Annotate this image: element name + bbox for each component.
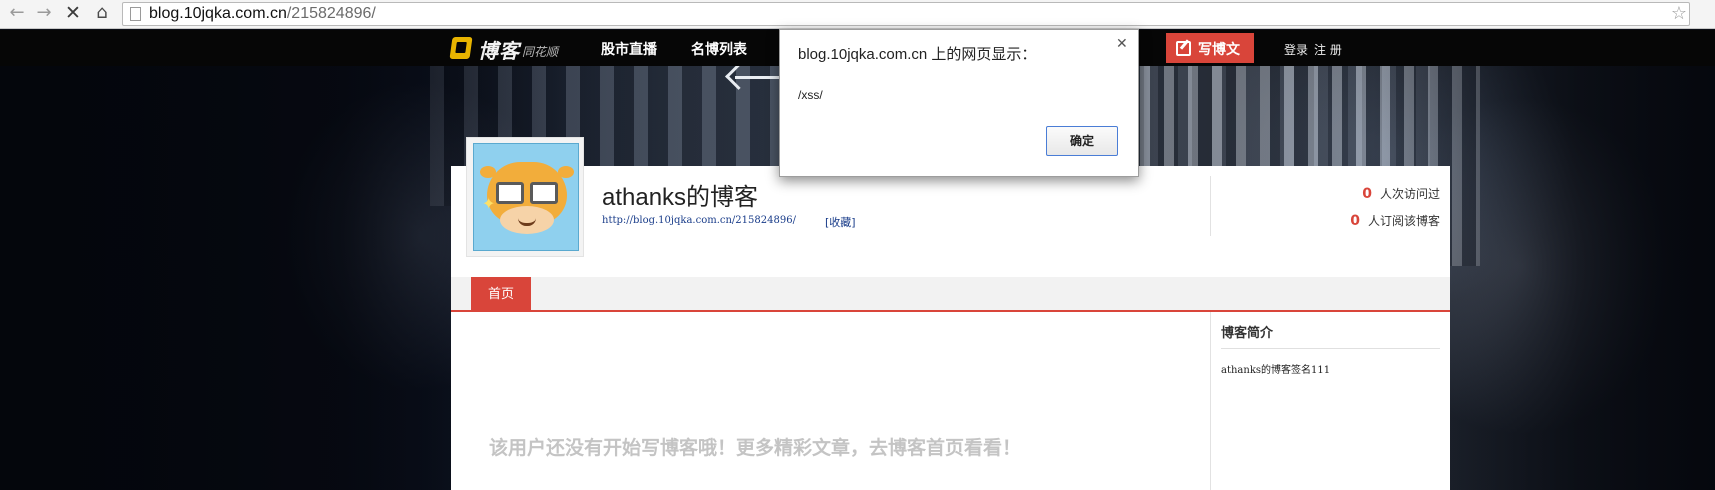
empty-posts-message: 该用户还没有开始写博客哦！更多精彩文章，去博客首页看看！ xyxy=(489,437,1022,459)
blog-title: athanks的博客 xyxy=(602,184,759,211)
forward-arrow-icon[interactable]: → xyxy=(33,2,55,24)
back-arrow-icon[interactable]: ← xyxy=(6,2,28,24)
stop-loading-icon[interactable]: ✕ xyxy=(62,2,84,24)
visits-label: 人次访问过 xyxy=(1379,187,1440,201)
visits-stat: 0 人次访问过 xyxy=(1290,185,1440,203)
address-bar[interactable]: blog.10jqka.com.cn/215824896/ ☆ xyxy=(122,2,1690,26)
bookmark-link[interactable]: [收藏] xyxy=(825,214,856,230)
cow-glasses-right xyxy=(530,182,558,204)
subscribers-label: 人订阅该博客 xyxy=(1367,214,1440,228)
blog-tabbar: 首页 xyxy=(451,277,1450,312)
logo-sub-text: 同花顺 xyxy=(522,45,559,59)
register-link[interactable]: 注 册 xyxy=(1314,41,1342,58)
dialog-message: /xss/ xyxy=(798,88,823,102)
browser-toolbar: ← → ✕ ⌂ blog.10jqka.com.cn/215824896/ ☆ xyxy=(0,0,1715,29)
intro-text: athanks的博客签名111 xyxy=(1221,365,1331,376)
edit-icon xyxy=(1176,41,1191,56)
ok-button[interactable]: 确定 xyxy=(1046,126,1118,156)
subscribers-count: 0 xyxy=(1350,213,1360,229)
sparkle-icon: ✦ xyxy=(482,194,496,213)
blog-url-link[interactable]: http://blog.10jqka.com.cn/215824896/ xyxy=(602,215,796,226)
intro-divider xyxy=(1221,348,1440,349)
intro-title: 博客简介 xyxy=(1221,326,1274,341)
home-icon[interactable]: ⌂ xyxy=(91,2,113,24)
visits-count: 0 xyxy=(1362,186,1372,202)
avatar[interactable]: ✦ xyxy=(473,143,579,251)
close-icon[interactable]: ✕ xyxy=(1116,36,1128,52)
nav-stock-live[interactable]: 股市直播 xyxy=(601,39,657,59)
address-url[interactable]: blog.10jqka.com.cn/215824896/ xyxy=(149,5,376,23)
logo-main-text: 博客 xyxy=(478,39,520,63)
nav-famous-blogs[interactable]: 名博列表 xyxy=(691,39,747,59)
avatar-frame: ✦ xyxy=(466,137,584,257)
logo-icon xyxy=(449,37,473,59)
dialog-title: blog.10jqka.com.cn 上的网页显示： xyxy=(798,46,1037,63)
write-post-button[interactable]: 写博文 xyxy=(1166,33,1254,63)
url-path: /215824896/ xyxy=(286,5,376,22)
tab-home[interactable]: 首页 xyxy=(471,277,531,312)
alert-dialog: blog.10jqka.com.cn 上的网页显示： ✕ /xss/ 确定 xyxy=(779,29,1139,177)
url-host: blog.10jqka.com.cn xyxy=(149,5,287,22)
bookmark-star-icon[interactable]: ☆ xyxy=(1668,3,1690,24)
cow-glasses-left xyxy=(496,182,524,204)
login-link[interactable]: 登录 xyxy=(1284,41,1308,58)
page-icon xyxy=(130,7,141,21)
subscribers-stat: 0 人订阅该博客 xyxy=(1290,212,1440,230)
content-divider xyxy=(1210,312,1211,490)
browser-window: ← → ✕ ⌂ blog.10jqka.com.cn/215824896/ ☆ … xyxy=(0,0,1715,490)
stats-divider xyxy=(1210,176,1211,236)
write-post-label: 写博文 xyxy=(1198,42,1240,58)
